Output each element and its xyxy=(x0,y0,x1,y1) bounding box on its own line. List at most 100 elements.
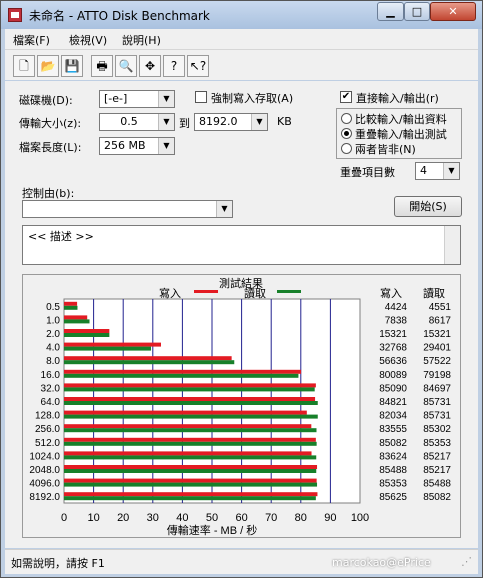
read-value-label: 85082 xyxy=(423,492,451,503)
read-bar xyxy=(64,319,90,324)
file-length-select[interactable]: 256 MB ▼ xyxy=(99,137,175,155)
read-value-label: 15321 xyxy=(423,329,451,340)
legend-write-label: 寫入 xyxy=(159,286,181,300)
main-panel: 磁碟機(D): [-e-] ▼ 傳輸大小(z): 0.5 ▼ 到 8192.0 … xyxy=(5,81,478,548)
chevron-down-icon: ▼ xyxy=(158,138,174,154)
write-value-label: 7838 xyxy=(385,315,408,326)
read-value-label: 85353 xyxy=(423,438,451,449)
y-tick-label: 2048.0 xyxy=(29,465,60,476)
help-button[interactable]: ? xyxy=(163,55,185,77)
direct-io-checkbox[interactable]: ✔ xyxy=(340,91,352,103)
read-bar xyxy=(64,387,315,392)
read-bar xyxy=(64,469,317,473)
radio-neither-label: 兩者皆非(N) xyxy=(355,143,416,156)
x-tick-label: 0 xyxy=(61,512,67,524)
app-icon xyxy=(8,8,22,22)
read-bar xyxy=(64,360,235,365)
io-mode-group: 比較輸入/輸出資料 重疊輸入/輸出測試 兩者皆非(N) xyxy=(336,108,462,159)
write-bar xyxy=(64,301,78,306)
y-tick-label: 1024.0 xyxy=(29,451,60,462)
read-value-label: 8617 xyxy=(429,315,452,326)
write-bar xyxy=(64,356,232,361)
status-bar: 如需說明，請按 F1 marcokao@ePrice ⋰ xyxy=(5,549,478,574)
print-button[interactable]: 🖶 xyxy=(91,55,113,77)
x-axis-title: 傳輸速率 - MB / 秒 xyxy=(167,523,257,537)
minimize-button[interactable]: ▁ xyxy=(377,2,404,21)
results-chart: 測試結果寫入 讀取 寫入 讀取0 10 20 30 40 50 60 70 80 90 100傳輸速率 -… xyxy=(29,276,452,537)
y-tick-label: 4096.0 xyxy=(29,479,60,490)
write-value-label: 82034 xyxy=(379,411,407,422)
start-button[interactable]: 開始(S) xyxy=(394,196,462,217)
controlled-by-select[interactable]: ▼ xyxy=(22,200,233,218)
window-title: 未命名 - ATTO Disk Benchmark xyxy=(29,9,210,23)
queue-depth-select[interactable]: 4 ▼ xyxy=(415,162,460,180)
title-bar[interactable]: 未命名 - ATTO Disk Benchmark ▁ □ ✕ xyxy=(1,1,482,29)
read-value-label: 85302 xyxy=(423,424,451,435)
queue-depth-label: 重疊項目數 xyxy=(340,166,395,179)
description-scrollbar[interactable] xyxy=(444,226,460,264)
x-tick-label: 30 xyxy=(147,512,159,524)
drive-select[interactable]: [-e-] ▼ xyxy=(99,90,175,108)
read-value-label: 84697 xyxy=(423,383,451,394)
help-icon: ? xyxy=(170,59,178,73)
context-help-icon: ↖? xyxy=(189,59,207,73)
radio-compare[interactable] xyxy=(341,113,352,124)
resize-grip-icon[interactable]: ⋰ xyxy=(461,555,472,568)
read-value-label: 79198 xyxy=(423,370,451,381)
write-bar xyxy=(64,437,316,442)
save-button[interactable]: 💾 xyxy=(61,55,83,77)
print-preview-button[interactable]: 🔍 xyxy=(115,55,137,77)
read-bar xyxy=(64,373,299,378)
x-tick-label: 90 xyxy=(324,512,336,524)
y-tick-label: 0.5 xyxy=(46,302,60,313)
read-value-label: 57522 xyxy=(423,356,451,367)
force-write-checkbox[interactable] xyxy=(195,91,207,103)
x-tick-label: 100 xyxy=(351,512,369,524)
x-tick-label: 40 xyxy=(176,512,188,524)
write-value-label: 32768 xyxy=(379,343,407,354)
radio-neither[interactable] xyxy=(341,143,352,154)
write-value-label: 80089 xyxy=(379,370,407,381)
write-value-label: 83624 xyxy=(379,451,407,462)
read-bar xyxy=(64,496,316,501)
radio-compare-label: 比較輸入/輸出資料 xyxy=(355,113,447,126)
write-value-label: 85090 xyxy=(379,383,407,394)
radio-overlap[interactable] xyxy=(341,128,352,139)
y-tick-label: 128.0 xyxy=(35,411,60,422)
move-button[interactable]: ✥ xyxy=(139,55,161,77)
menu-file[interactable]: 檔案(F) xyxy=(13,32,50,48)
write-value-label: 85353 xyxy=(379,479,407,490)
legend-read-swatch xyxy=(277,290,301,293)
context-help-button[interactable]: ↖? xyxy=(187,55,209,77)
unit-label: KB xyxy=(277,115,292,128)
print-preview-icon: 🔍 xyxy=(118,59,134,73)
chevron-down-icon: ▼ xyxy=(158,114,174,130)
read-bar xyxy=(64,305,78,310)
write-bar xyxy=(64,410,307,415)
maximize-icon: □ xyxy=(411,5,423,18)
checkmark-icon: ✔ xyxy=(341,91,351,102)
write-bar xyxy=(64,369,302,374)
menu-view[interactable]: 檢視(V) xyxy=(69,32,107,48)
menu-help[interactable]: 說明(H) xyxy=(122,32,161,48)
x-tick-label: 10 xyxy=(87,512,99,524)
close-button[interactable]: ✕ xyxy=(430,2,476,21)
x-tick-label: 70 xyxy=(265,512,277,524)
transfer-to-select[interactable]: 8192.0 ▼ xyxy=(194,113,268,131)
write-bar xyxy=(64,383,316,388)
open-button[interactable]: 📂 xyxy=(37,55,59,77)
move-icon: ✥ xyxy=(144,59,156,73)
chevron-down-icon: ▼ xyxy=(443,163,459,179)
new-button[interactable]: 🗋 xyxy=(13,55,35,77)
read-bar xyxy=(64,455,317,460)
x-tick-label: 20 xyxy=(117,512,129,524)
write-bar xyxy=(64,465,318,469)
transfer-from-select[interactable]: 0.5 ▼ xyxy=(99,113,175,131)
description-field[interactable]: << 描述 >> xyxy=(22,225,461,265)
maximize-button[interactable]: □ xyxy=(404,2,430,21)
x-tick-label: 80 xyxy=(295,512,307,524)
to-label: 到 xyxy=(179,117,190,130)
direct-io-label: 直接輸入/輸出(r) xyxy=(356,92,439,105)
y-tick-label: 16.0 xyxy=(41,370,61,381)
read-bar xyxy=(64,414,318,419)
